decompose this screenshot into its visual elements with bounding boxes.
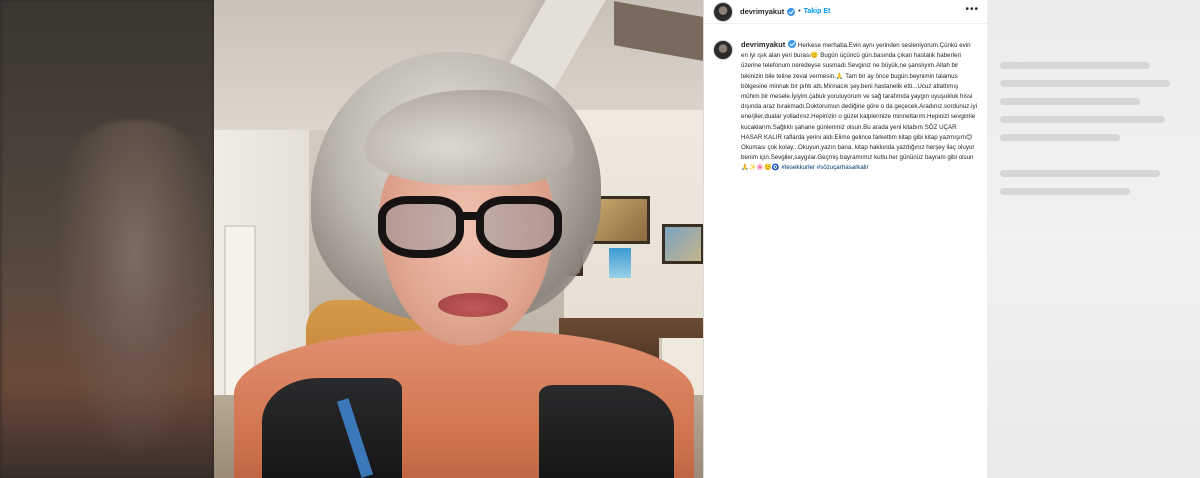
caption-text: Herkese merhaba.Evin aynı yerinden sesle… [741, 42, 977, 172]
post-caption: devrimyakut Herkese merhaba.Evin aynı ye… [704, 24, 987, 174]
profile-avatar[interactable] [713, 1, 733, 22]
post-photo [214, 0, 703, 478]
wall-poster [609, 248, 631, 278]
caption-body: devrimyakut Herkese merhaba.Evin aynı ye… [741, 40, 978, 174]
glasses [374, 190, 574, 265]
lips [438, 293, 508, 317]
blurred-line [1000, 188, 1130, 195]
blurred-line [1000, 170, 1160, 177]
more-options-icon[interactable]: ••• [965, 5, 979, 15]
profile-avatar[interactable] [713, 40, 733, 60]
blurred-background-right [986, 0, 1200, 478]
follow-button[interactable]: Takip Et [804, 8, 831, 15]
username-link[interactable]: devrimyakut [740, 7, 784, 16]
blurred-background-left [0, 0, 214, 478]
vest [262, 378, 402, 478]
post-side-panel: devrimyakut • Takip Et ••• devrimyakut H… [703, 0, 987, 478]
wall-painting [662, 224, 703, 264]
blurred-line [1000, 134, 1120, 141]
verified-badge-icon [788, 40, 797, 48]
verified-badge-icon [787, 7, 796, 16]
glasses-lens [476, 196, 562, 258]
separator-dot: • [798, 8, 801, 15]
hashtag-links[interactable]: #tesekkurler #sözuçarhasarkalir [781, 164, 868, 171]
blurred-line [1000, 62, 1150, 69]
blurred-line [1000, 116, 1165, 123]
vest [539, 385, 674, 478]
post-header: devrimyakut • Takip Et ••• [704, 0, 987, 24]
blurred-line [1000, 98, 1140, 105]
caption-username-link[interactable]: devrimyakut [741, 40, 785, 49]
blurred-line [1000, 80, 1170, 87]
glasses-lens [378, 196, 464, 258]
